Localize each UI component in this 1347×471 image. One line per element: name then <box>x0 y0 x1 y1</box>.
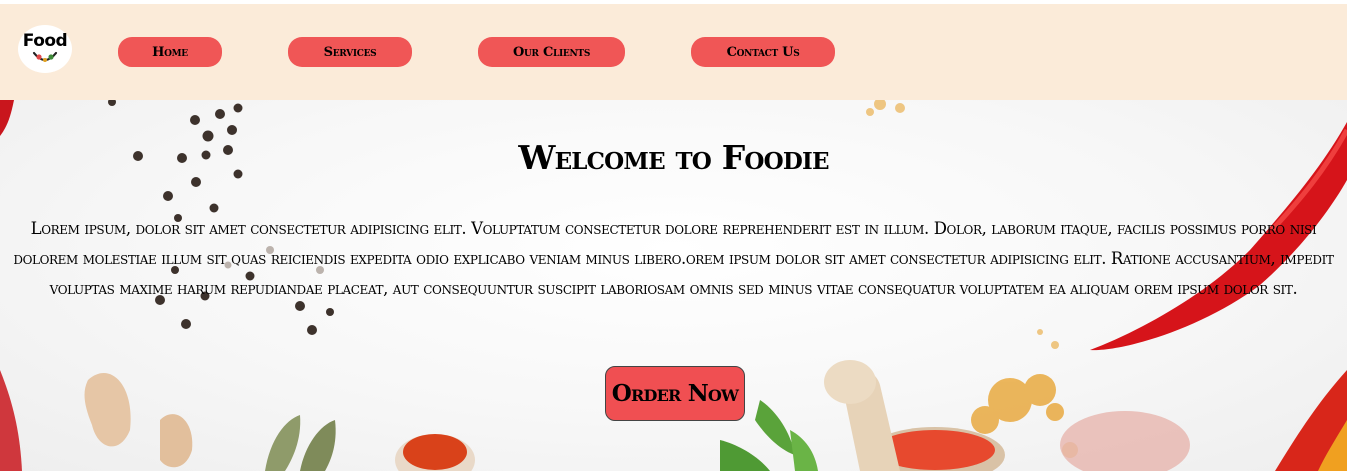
hero-section: Welcome to Foodie Lorem ipsum, dolor sit… <box>0 100 1347 471</box>
food-logo-icon[interactable]: Food <box>18 25 72 73</box>
navbar: Food Home Services Our Clients Contact U… <box>0 4 1347 100</box>
nav-services-button[interactable]: Services <box>288 37 412 67</box>
order-now-button[interactable]: Order Now <box>605 366 745 421</box>
nav-our-clients-button[interactable]: Our Clients <box>478 37 625 67</box>
nav-contact-us-button[interactable]: Contact Us <box>691 37 835 67</box>
logo-utensils-graphic <box>32 51 58 62</box>
nav-home-button[interactable]: Home <box>118 37 222 67</box>
hero-title: Welcome to Foodie <box>518 138 829 177</box>
logo-text: Food <box>22 31 68 51</box>
hero-description: Lorem ipsum, dolor sit amet consectetur … <box>13 219 1334 298</box>
